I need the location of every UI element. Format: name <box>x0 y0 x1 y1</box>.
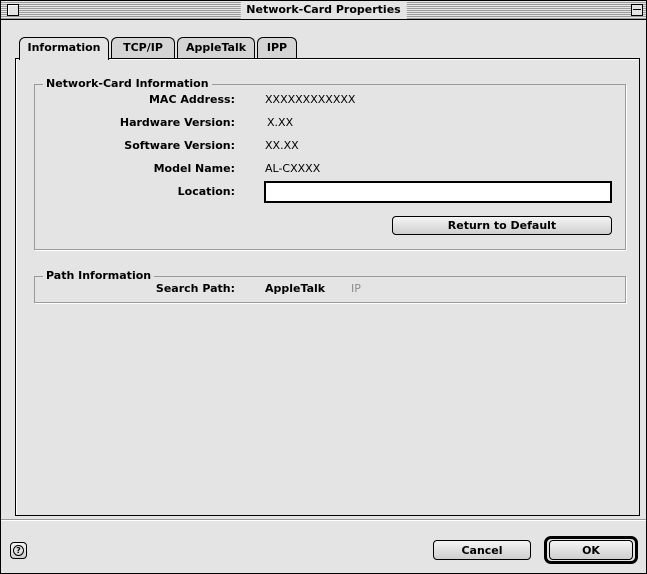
network-card-group-label: Network-Card Information <box>43 77 212 90</box>
properties-window: Network-Card Properties Information TCP/… <box>0 0 647 574</box>
model-name-value: AL-CXXXX <box>265 162 321 175</box>
ok-button[interactable]: OK <box>549 540 633 560</box>
path-info-group: Path Information Search Path: AppleTalk … <box>34 269 626 303</box>
location-label: Location: <box>177 185 235 198</box>
model-name-label: Model Name: <box>153 162 235 175</box>
network-card-group: Network-Card Information MAC Address: XX… <box>34 77 626 250</box>
tab-ipp[interactable]: IPP <box>257 37 297 58</box>
search-path-ip-option[interactable]: IP <box>351 282 361 295</box>
close-box-icon[interactable] <box>7 4 19 16</box>
collapse-box-icon[interactable] <box>631 4 643 16</box>
path-info-group-label: Path Information <box>43 269 155 282</box>
footer-separator <box>1 519 646 521</box>
cancel-button[interactable]: Cancel <box>433 540 531 560</box>
tab-information[interactable]: Information <box>19 37 109 60</box>
help-button[interactable]: ? <box>10 542 27 559</box>
window-title: Network-Card Properties <box>240 1 407 19</box>
software-version-value: XX.XX <box>265 139 299 152</box>
search-path-appletalk-option[interactable]: AppleTalk <box>265 282 325 295</box>
search-path-label: Search Path: <box>155 282 235 295</box>
location-input[interactable] <box>264 181 612 203</box>
tab-panel: Network-Card Information MAC Address: XX… <box>15 58 640 516</box>
mac-address-label: MAC Address: <box>148 93 235 106</box>
hardware-version-label: Hardware Version: <box>119 116 235 129</box>
tab-tcp-ip[interactable]: TCP/IP <box>111 37 175 58</box>
help-icon: ? <box>13 545 24 556</box>
return-to-default-button[interactable]: Return to Default <box>392 216 612 235</box>
software-version-label: Software Version: <box>124 139 235 152</box>
title-bar[interactable]: Network-Card Properties <box>1 1 646 20</box>
mac-address-value: XXXXXXXXXXXX <box>265 93 356 106</box>
tab-appletalk[interactable]: AppleTalk <box>177 37 255 58</box>
hardware-version-value: X.XX <box>267 116 294 129</box>
